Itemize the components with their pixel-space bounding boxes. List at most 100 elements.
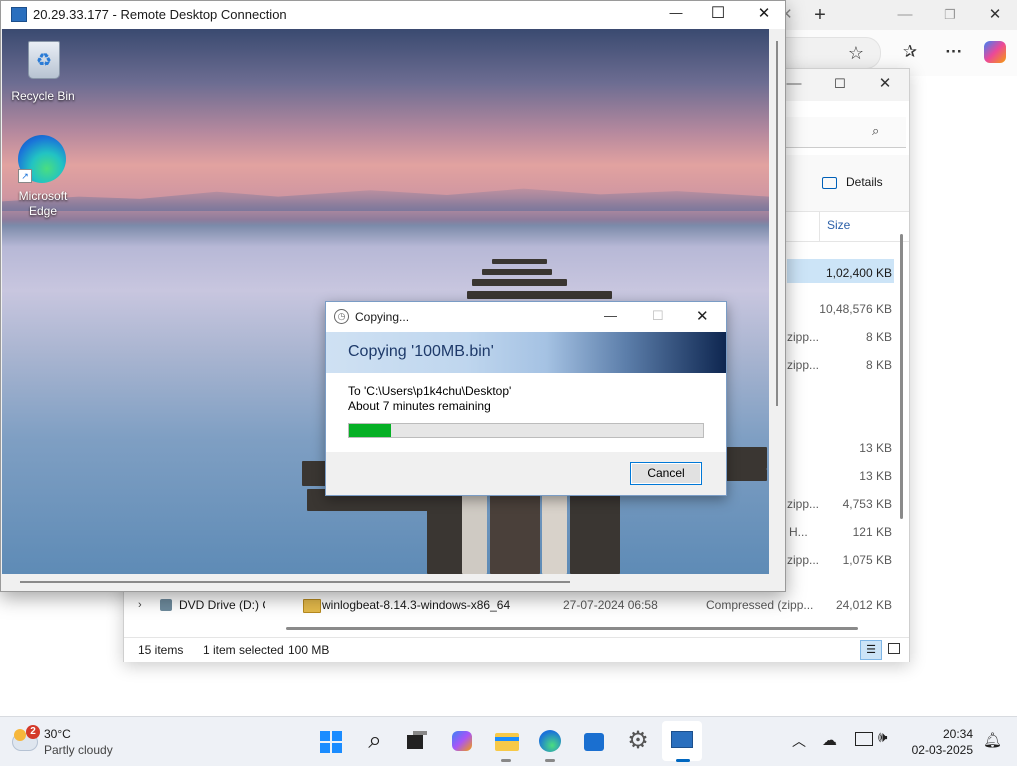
file-date: 27-07-2024 06:58	[563, 598, 658, 612]
copy-progress-bar	[348, 423, 704, 438]
remote-desktop-taskbar-icon[interactable]	[662, 721, 702, 762]
table-row[interactable]: › DVD Drive (D:) C winlogbeat-8.14.3-win…	[124, 595, 894, 619]
explorer-search-box[interactable]: ⌕	[786, 117, 906, 148]
clock-date: 02-03-2025	[911, 743, 973, 757]
weather-badge: 2	[26, 725, 40, 739]
details-pane-button[interactable]: Details	[822, 175, 902, 195]
onedrive-offline-icon[interactable]: ☁	[822, 731, 837, 749]
recycle-bin-shortcut[interactable]: ♻ Recycle Bin	[10, 37, 76, 107]
network-icon[interactable]	[855, 732, 873, 746]
settings-taskbar-icon[interactable]: ⚙	[618, 721, 658, 761]
edge-titlebar: ✕ + — ❐ ✕	[780, 0, 1017, 30]
copy-minimize-icon[interactable]: —	[604, 308, 617, 323]
status-item-count: 15 items	[138, 643, 184, 657]
row-size: 1,075 KB	[842, 553, 892, 567]
recycle-bin-icon: ♻	[28, 41, 60, 79]
dvd-drive-icon	[160, 599, 172, 611]
search-icon: ⌕	[872, 123, 880, 138]
edge-shortcut[interactable]: ↗ Microsoft Edge	[8, 133, 78, 219]
copy-close-icon[interactable]: ✕	[696, 307, 709, 325]
notification-bell-icon[interactable]: 🔔︎	[983, 731, 1002, 749]
copy-maximize-icon: ☐	[652, 308, 664, 323]
expand-chevron-icon[interactable]: ›	[138, 599, 142, 611]
recycle-bin-label: Recycle Bin	[11, 89, 75, 103]
file-size: 24,012 KB	[835, 598, 892, 612]
row-size: 8 KB	[865, 330, 892, 344]
edge-label: Microsoft Edge	[18, 189, 68, 218]
file-explorer-taskbar-icon[interactable]	[486, 721, 526, 762]
volume-icon[interactable]: 🕪	[878, 729, 887, 746]
large-icons-view-icon[interactable]	[888, 643, 900, 654]
status-size: 100 MB	[288, 643, 330, 657]
explorer-close-icon[interactable]: ✕	[865, 69, 905, 99]
copy-dialog-titlebar: ◷ Copying... — ☐ ✕	[326, 302, 726, 332]
row-type: H...	[789, 525, 808, 539]
rdp-minimize-icon[interactable]: —	[661, 5, 691, 20]
clock[interactable]: 20:34 02-03-2025	[903, 723, 973, 761]
file-type: Compressed (zipp...	[706, 598, 814, 612]
weather-widget[interactable]: 2 30°C Partly cloudy	[8, 723, 118, 761]
search-icon[interactable]: ⌕	[355, 721, 395, 761]
scroll-thumb[interactable]	[776, 41, 778, 406]
more-menu-icon[interactable]: ···	[940, 38, 968, 66]
rdp-title: 20.29.33.177 - Remote Desktop Connection	[33, 7, 287, 22]
copy-destination: To 'C:\Users\p1k4chu\Desktop'	[348, 384, 512, 398]
weather-temp: 30°C	[44, 727, 71, 741]
copy-dialog-body: To 'C:\Users\p1k4chu\Desktop' About 7 mi…	[326, 373, 726, 452]
details-pane-icon	[822, 177, 837, 189]
rdp-maximize-icon[interactable]: ☐	[703, 3, 733, 23]
row-size: 10,48,576 KB	[819, 302, 892, 316]
rdp-titlebar: 20.29.33.177 - Remote Desktop Connection…	[1, 1, 785, 29]
progress-fill	[349, 424, 392, 437]
edge-taskbar-icon[interactable]	[530, 721, 570, 762]
edge-close-icon[interactable]: ✕	[975, 0, 1015, 30]
mountains	[2, 188, 769, 211]
row-size: 1,02,400 KB	[825, 266, 892, 280]
rdp-horizontal-scrollbar[interactable]	[2, 574, 769, 590]
explorer-maximize-icon[interactable]: ☐	[820, 69, 860, 99]
row-size: 8 KB	[865, 358, 892, 372]
rdp-close-icon[interactable]: ✕	[749, 4, 779, 22]
status-bar: 15 items 1 item selected 100 MB ☰	[124, 637, 909, 662]
shortcut-arrow-icon: ↗	[18, 169, 32, 183]
remote-desktop-window: 20.29.33.177 - Remote Desktop Connection…	[0, 0, 786, 592]
zip-folder-icon	[303, 599, 321, 613]
copy-heading-banner: Copying '100MB.bin'	[326, 332, 726, 373]
taskbar: 2 30°C Partly cloudy ⌕ ⚙ ︿ ☁ 🕪 20:34 02-…	[0, 716, 1017, 766]
scroll-thumb[interactable]	[20, 581, 570, 583]
details-label: Details	[846, 175, 883, 189]
row-size: 13 KB	[859, 441, 892, 455]
column-size-header[interactable]: Size	[827, 218, 850, 232]
explorer-horizontal-scrollbar[interactable]	[286, 627, 858, 630]
store-taskbar-icon[interactable]	[574, 721, 614, 761]
task-view-icon[interactable]	[397, 721, 437, 761]
weather-desc: Partly cloudy	[44, 743, 113, 757]
rdp-vertical-scrollbar[interactable]	[769, 29, 784, 574]
address-bar[interactable]: ☆	[780, 37, 881, 69]
copy-dialog-title: Copying...	[355, 310, 410, 324]
file-name[interactable]: winlogbeat-8.14.3-windows-x86_64	[322, 598, 510, 612]
edge-restore-icon[interactable]: ❐	[930, 0, 970, 30]
copilot-taskbar-icon[interactable]	[441, 721, 481, 761]
clock-time: 20:34	[942, 727, 973, 741]
copy-heading: Copying '100MB.bin'	[348, 343, 494, 360]
row-size: 121 KB	[852, 525, 892, 539]
row-size: 4,753 KB	[842, 497, 892, 511]
explorer-vertical-scrollbar[interactable]	[900, 234, 903, 519]
copy-time-remaining: About 7 minutes remaining	[348, 399, 491, 413]
nav-dvd-drive[interactable]: DVD Drive (D:) C	[179, 598, 265, 612]
show-hidden-icons-chevron[interactable]: ︿	[792, 731, 806, 751]
new-tab-icon[interactable]: +	[800, 0, 840, 30]
copilot-icon[interactable]	[984, 41, 1006, 63]
sun-icon	[14, 729, 26, 741]
cancel-button[interactable]: Cancel	[630, 462, 702, 485]
start-button[interactable]	[311, 721, 351, 761]
favorite-star-icon[interactable]: ☆	[842, 39, 870, 67]
edge-minimize-icon[interactable]: —	[885, 0, 925, 30]
column-divider	[819, 211, 820, 241]
copy-progress-dialog: ◷ Copying... — ☐ ✕ Copying '100MB.bin' T…	[325, 301, 727, 496]
clock-icon: ◷	[334, 309, 349, 324]
row-size: 13 KB	[859, 469, 892, 483]
favorites-icon[interactable]: ✰	[896, 38, 924, 66]
details-view-icon[interactable]: ☰	[860, 640, 882, 660]
